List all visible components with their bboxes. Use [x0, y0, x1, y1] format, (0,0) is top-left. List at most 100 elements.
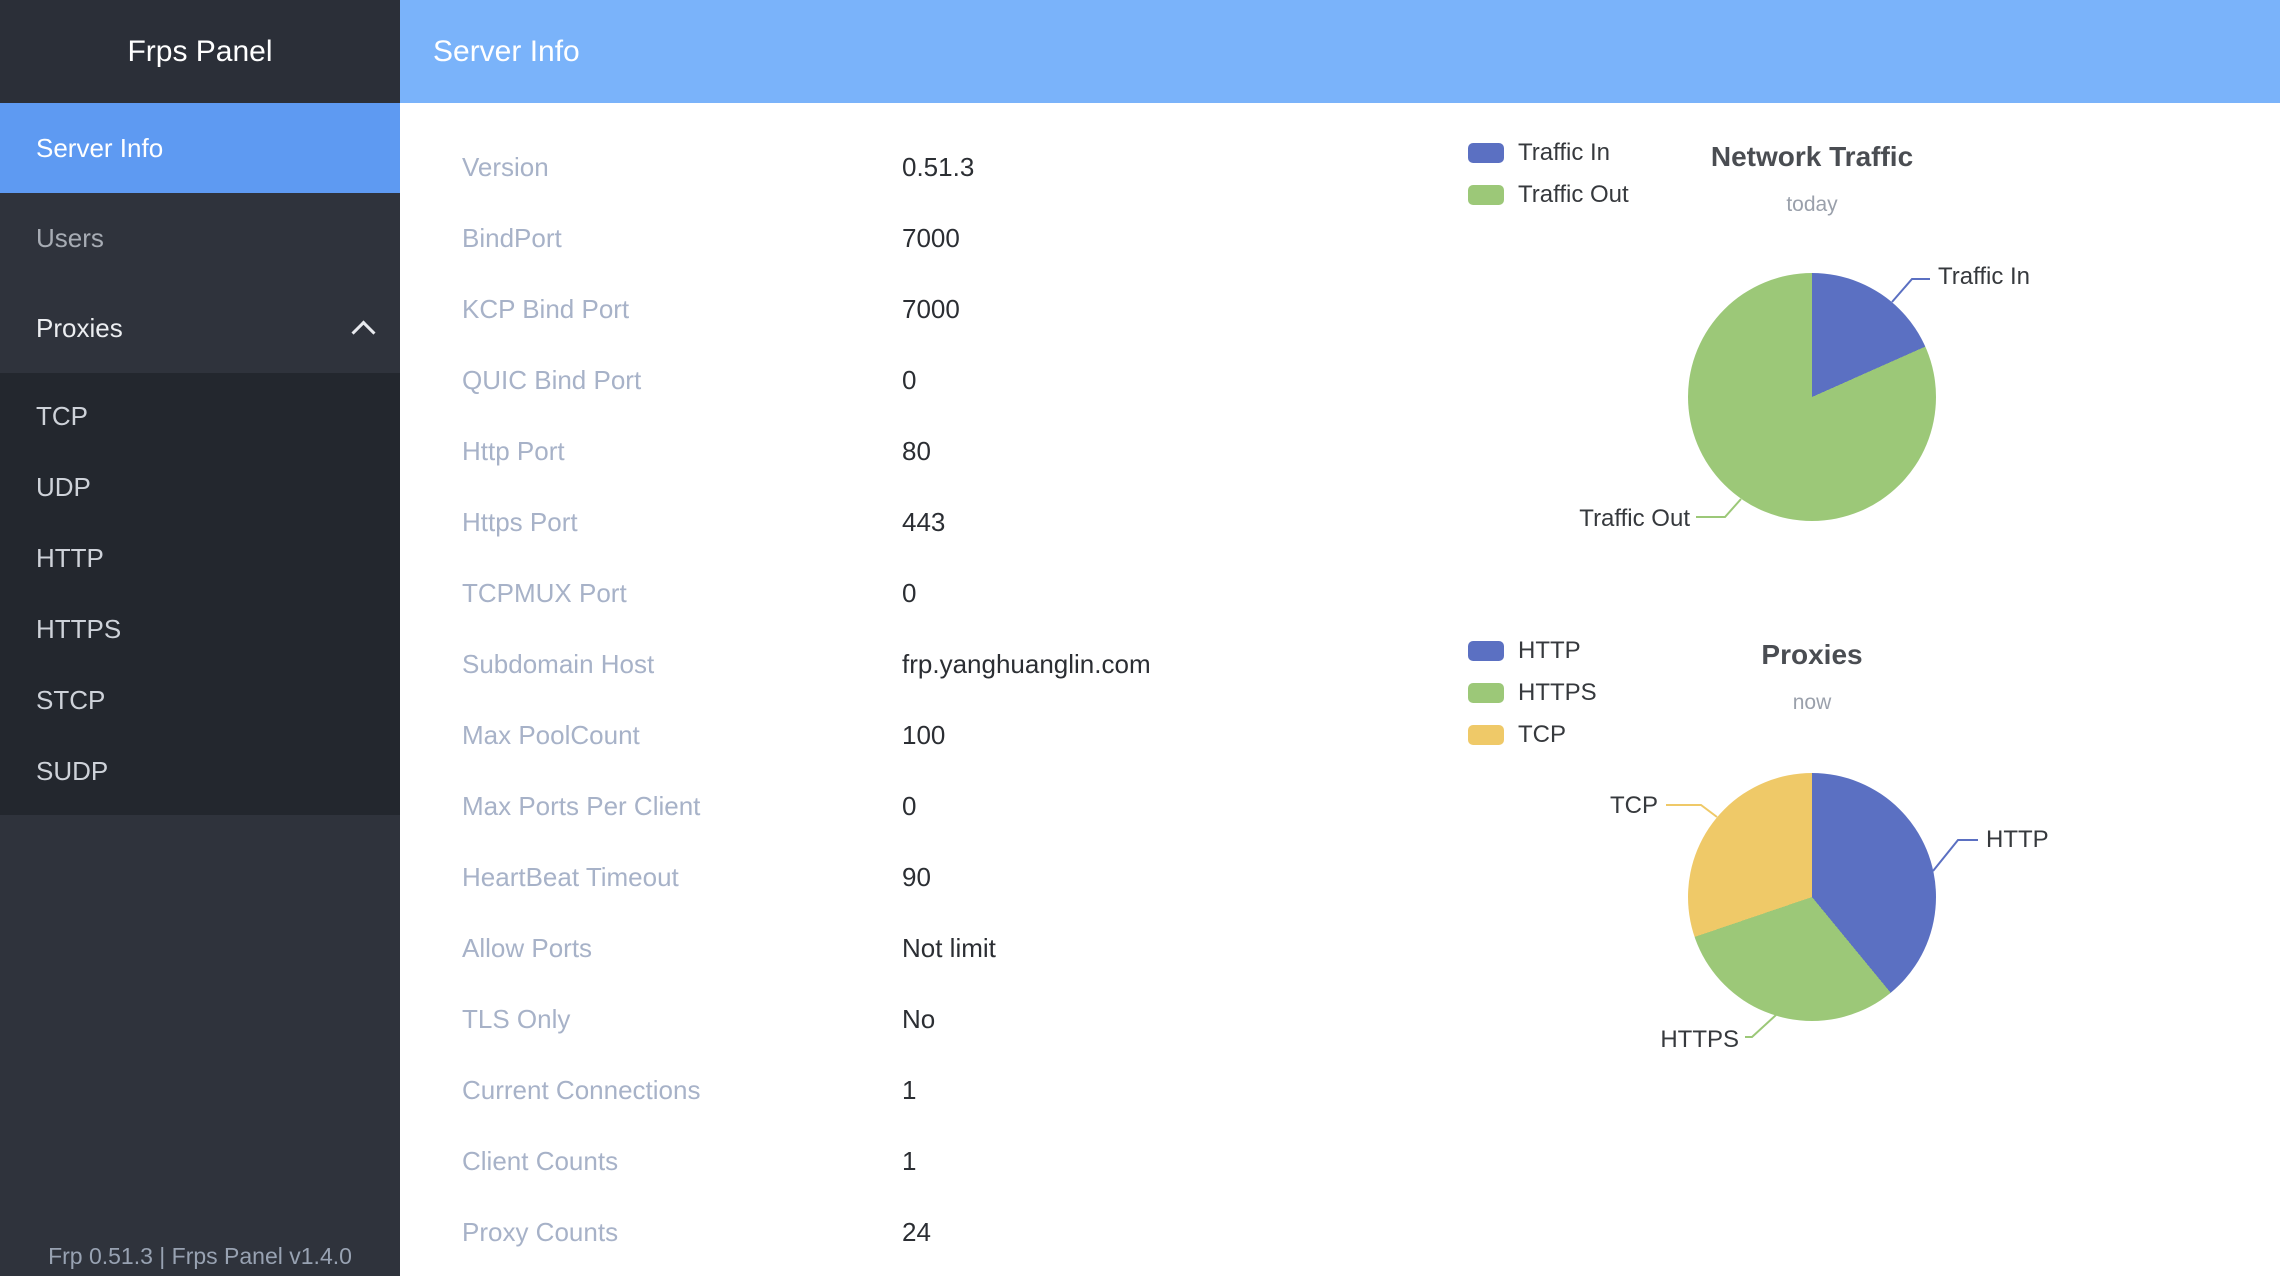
info-value: 100	[902, 720, 945, 751]
legend-label: TCP	[1518, 721, 1566, 749]
info-value: 0	[902, 578, 916, 609]
chart-subtitle-today: today	[1786, 193, 1837, 217]
proxies-pie[interactable]	[1688, 773, 1936, 1021]
pie-callout-https: HTTPS	[1660, 1026, 1739, 1054]
info-label: Client Counts	[462, 1146, 902, 1177]
info-label: Http Port	[462, 436, 902, 467]
info-row: TLS Only No	[462, 984, 1151, 1055]
legend-label: HTTPS	[1518, 679, 1597, 707]
info-label: HeartBeat Timeout	[462, 862, 902, 893]
pie-callout-traffic-out: Traffic Out	[1579, 505, 1690, 533]
info-value: frp.yanghuanglin.com	[902, 649, 1151, 680]
charts-panel: Traffic In Traffic Out Network Traffic t…	[1400, 103, 2280, 1276]
info-label: KCP Bind Port	[462, 294, 902, 325]
info-label: Version	[462, 152, 902, 183]
info-row: Http Port 80	[462, 416, 1151, 487]
sidebar-item-sudp[interactable]: SUDP	[0, 736, 400, 807]
info-value: 90	[902, 862, 931, 893]
info-label: Max Ports Per Client	[462, 791, 902, 822]
info-label: Current Connections	[462, 1075, 902, 1106]
legend-label: Traffic Out	[1518, 181, 1629, 209]
info-row: BindPort 7000	[462, 203, 1151, 274]
info-row: Client Counts 1	[462, 1126, 1151, 1197]
info-value: 1	[902, 1146, 916, 1177]
page-title: Server Info	[433, 35, 580, 69]
callout-line-traffic-out	[1696, 499, 1741, 517]
info-value: 7000	[902, 223, 960, 254]
callout-line-tcp	[1666, 805, 1717, 817]
info-row: Proxy Counts 24	[462, 1197, 1151, 1268]
legend-label: HTTP	[1518, 637, 1581, 665]
info-value: 80	[902, 436, 931, 467]
info-row: QUIC Bind Port 0	[462, 345, 1151, 416]
sidebar-item-udp[interactable]: UDP	[0, 452, 400, 523]
sidebar-item-label: Proxies	[36, 313, 123, 344]
sidebar-item-https[interactable]: HTTPS	[0, 594, 400, 665]
network-traffic-legend: Traffic In Traffic Out	[1468, 139, 1629, 209]
legend-item-https[interactable]: HTTPS	[1468, 679, 1597, 707]
info-row: Allow Ports Not limit	[462, 913, 1151, 984]
legend-item-tcp[interactable]: TCP	[1468, 721, 1597, 749]
info-row: KCP Bind Port 7000	[462, 274, 1151, 345]
page-header: Server Info	[400, 0, 2280, 103]
legend-swatch	[1468, 725, 1504, 745]
legend-label: Traffic In	[1518, 139, 1610, 167]
sidebar-item-label: Users	[36, 223, 104, 254]
proxies-submenu: TCP UDP HTTP HTTPS STCP SUDP	[0, 373, 400, 815]
info-row: Version 0.51.3	[462, 132, 1151, 203]
sidebar-item-proxies[interactable]: Proxies	[0, 283, 400, 373]
sidebar-item-http[interactable]: HTTP	[0, 523, 400, 594]
info-label: Https Port	[462, 507, 902, 538]
info-label: Max PoolCount	[462, 720, 902, 751]
info-label: Subdomain Host	[462, 649, 902, 680]
legend-item-traffic-out[interactable]: Traffic Out	[1468, 181, 1629, 209]
info-row: TCPMUX Port 0	[462, 558, 1151, 629]
info-row: Max PoolCount 100	[462, 700, 1151, 771]
info-value: 7000	[902, 294, 960, 325]
legend-swatch	[1468, 143, 1504, 163]
callout-line-traffic-in	[1892, 279, 1930, 302]
network-traffic-pie[interactable]	[1688, 273, 1936, 521]
info-value: 0	[902, 365, 916, 396]
legend-item-traffic-in[interactable]: Traffic In	[1468, 139, 1629, 167]
info-value: Not limit	[902, 933, 996, 964]
sidebar-item-tcp[interactable]: TCP	[0, 381, 400, 452]
info-value: 0.51.3	[902, 152, 974, 183]
info-label: TLS Only	[462, 1004, 902, 1035]
sidebar-item-stcp[interactable]: STCP	[0, 665, 400, 736]
server-info-list: Version 0.51.3 BindPort 7000 KCP Bind Po…	[462, 132, 1151, 1268]
chart-subtitle-now: now	[1793, 691, 1832, 715]
sidebar-item-label: Server Info	[36, 133, 163, 164]
info-row: HeartBeat Timeout 90	[462, 842, 1151, 913]
info-row: Max Ports Per Client 0	[462, 771, 1151, 842]
info-value: No	[902, 1004, 935, 1035]
info-value: 443	[902, 507, 945, 538]
info-label: BindPort	[462, 223, 902, 254]
info-label: TCPMUX Port	[462, 578, 902, 609]
version-footer: Frp 0.51.3 | Frps Panel v1.4.0	[0, 1243, 400, 1270]
info-value: 1	[902, 1075, 916, 1106]
sidebar-item-users[interactable]: Users	[0, 193, 400, 283]
info-row: Current Connections 1	[462, 1055, 1151, 1126]
pie-callout-traffic-in: Traffic In	[1938, 263, 2030, 291]
info-label: QUIC Bind Port	[462, 365, 902, 396]
info-value: 24	[902, 1217, 931, 1248]
pie-callout-tcp: TCP	[1610, 792, 1658, 820]
info-row: Https Port 443	[462, 487, 1151, 558]
sidebar: Frps Panel Server Info Users Proxies TCP…	[0, 0, 400, 1276]
legend-swatch	[1468, 641, 1504, 661]
info-label: Proxy Counts	[462, 1217, 902, 1248]
info-label: Allow Ports	[462, 933, 902, 964]
info-value: 0	[902, 791, 916, 822]
app-title: Frps Panel	[0, 0, 400, 103]
legend-item-http[interactable]: HTTP	[1468, 637, 1597, 665]
legend-swatch	[1468, 683, 1504, 703]
chart-title-proxies: Proxies	[1761, 639, 1862, 671]
chart-title-network-traffic: Network Traffic	[1711, 141, 1913, 173]
pie-callout-http: HTTP	[1986, 826, 2049, 854]
callout-line-https	[1745, 1015, 1776, 1037]
info-row: Subdomain Host frp.yanghuanglin.com	[462, 629, 1151, 700]
chevron-up-icon	[351, 320, 375, 344]
proxies-legend: HTTP HTTPS TCP	[1468, 637, 1597, 749]
sidebar-item-server-info[interactable]: Server Info	[0, 103, 400, 193]
